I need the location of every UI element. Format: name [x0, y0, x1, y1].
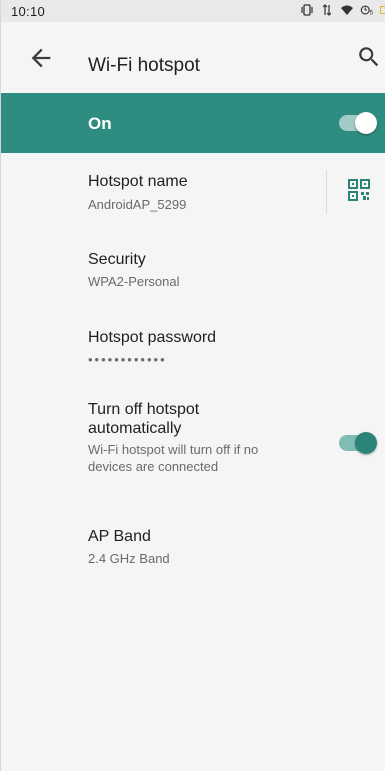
- search-icon: [359, 47, 379, 67]
- search-button[interactable]: [356, 44, 384, 72]
- ap-band-value: 2.4 GHz Band: [88, 551, 170, 566]
- auto-off-summary-line1: Wi-Fi hotspot will turn off if no: [88, 442, 259, 457]
- setting-hotspot-password[interactable]: Hotspot password ••••••••••••: [1, 303, 385, 378]
- auto-off-summary: Wi-Fi hotspot will turn off if no device…: [88, 441, 258, 475]
- page-title: Wi-Fi hotspot: [88, 55, 200, 76]
- share-qr-button[interactable]: [348, 179, 370, 201]
- status-icons: 5: [300, 3, 385, 17]
- auto-off-title-line1: Turn off hotspot: [88, 401, 200, 418]
- signal-icon: 5: [360, 3, 374, 17]
- master-switch-label: On: [88, 114, 112, 133]
- master-toggle[interactable]: [339, 112, 377, 134]
- vibrate-icon: [300, 3, 314, 17]
- setting-hotspot-name[interactable]: Hotspot name AndroidAP_5299: [1, 153, 385, 231]
- qr-code-icon: [348, 179, 370, 201]
- auto-off-summary-line2: devices are connected: [88, 459, 219, 474]
- vertical-divider: [326, 170, 327, 214]
- toggle-knob: [355, 432, 377, 454]
- password-masked-value: ••••••••••••: [88, 352, 167, 367]
- auto-off-title: Turn off hotspot automatically: [88, 378, 199, 438]
- svg-text:5: 5: [370, 9, 374, 16]
- data-arrows-icon: [320, 3, 334, 17]
- battery-icon: [380, 3, 385, 17]
- status-time: 10:10: [11, 4, 46, 19]
- toggle-knob: [355, 112, 377, 134]
- phone-screen: 10:10 5 Wi-Fi hotspot On Hotspot name An…: [0, 0, 385, 771]
- auto-off-toggle[interactable]: [339, 432, 377, 454]
- setting-security[interactable]: Security WPA2-Personal: [1, 231, 385, 303]
- setting-ap-band[interactable]: AP Band 2.4 GHz Band: [1, 508, 385, 580]
- auto-off-title-line2: automatically: [88, 420, 182, 437]
- password-title: Hotspot password: [88, 329, 217, 346]
- setting-auto-off[interactable]: Turn off hotspot automatically Wi-Fi hot…: [1, 378, 385, 508]
- hotspot-name-value: AndroidAP_5299: [88, 197, 187, 212]
- master-switch-bar[interactable]: On: [1, 93, 385, 153]
- status-bar: 10:10 5: [1, 0, 385, 22]
- security-value: WPA2-Personal: [88, 274, 180, 289]
- app-bar: Wi-Fi hotspot: [1, 22, 385, 93]
- hotspot-name-title: Hotspot name: [88, 173, 188, 190]
- arrow-back-icon: [31, 48, 51, 68]
- back-button[interactable]: [27, 44, 55, 72]
- ap-band-title: AP Band: [88, 528, 151, 545]
- wifi-hotspot-icon: [340, 3, 354, 17]
- security-title: Security: [88, 251, 146, 268]
